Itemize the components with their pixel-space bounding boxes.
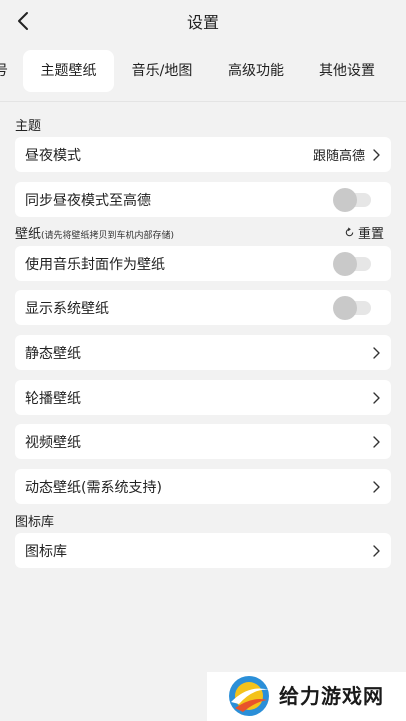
row-show-system-wallpaper: 显示系统壁纸 <box>15 290 391 325</box>
tab-partial[interactable]: 号 <box>0 50 8 92</box>
row-label: 同步昼夜模式至高德 <box>25 192 151 209</box>
toggle-knob <box>333 187 357 212</box>
top-bar: 设置 <box>0 0 406 42</box>
chevron-right-icon <box>373 346 380 359</box>
tab-bar: 号 主题壁纸 音乐/地图 高级功能 其他设置 <box>0 50 406 92</box>
row-label: 静态壁纸 <box>25 345 81 362</box>
chevron-right-icon <box>373 148 380 161</box>
section-wallpaper-label: 壁纸(请先将壁纸拷贝到车机内部存储) <box>15 223 174 242</box>
row-static-wallpaper[interactable]: 静态壁纸 <box>15 335 391 370</box>
row-label: 昼夜模式 <box>25 147 81 164</box>
system-wallpaper-toggle[interactable] <box>333 295 371 320</box>
chevron-right-icon <box>373 544 380 557</box>
row-label: 显示系统壁纸 <box>25 300 109 317</box>
reset-button[interactable]: 重置 <box>344 223 384 242</box>
section-wallpaper-title: 壁纸 <box>15 227 42 242</box>
row-label: 轮播壁纸 <box>25 390 81 407</box>
sync-day-night-toggle[interactable] <box>333 187 371 212</box>
tab-other-settings[interactable]: 其他设置 <box>305 50 389 92</box>
divider <box>0 101 406 102</box>
tab-theme-wallpaper[interactable]: 主题壁纸 <box>23 50 114 92</box>
section-theme-label: 主题 <box>15 119 42 134</box>
tab-advanced[interactable]: 高级功能 <box>214 50 298 92</box>
row-label: 视频壁纸 <box>25 434 81 451</box>
music-cover-toggle[interactable] <box>333 251 371 276</box>
section-wallpaper-hint: (请先将壁纸拷贝到车机内部存储) <box>41 231 175 241</box>
watermark-text: 给力游戏网 <box>279 684 384 708</box>
row-video-wallpaper[interactable]: 视频壁纸 <box>15 424 391 459</box>
reset-label: 重置 <box>357 227 384 242</box>
chevron-right-icon <box>373 391 380 404</box>
refresh-icon <box>345 227 354 237</box>
watermark: 给力游戏网 <box>207 672 406 721</box>
section-icons-label: 图标库 <box>15 515 55 530</box>
chevron-right-icon <box>373 435 380 448</box>
row-day-night-mode[interactable]: 昼夜模式 跟随高德 <box>15 137 391 172</box>
row-label: 使用音乐封面作为壁纸 <box>25 256 165 273</box>
row-label: 图标库 <box>25 543 67 560</box>
row-value: 跟随高德 <box>312 149 365 164</box>
tab-music-map[interactable]: 音乐/地图 <box>120 50 204 92</box>
row-label: 动态壁纸(需系统支持) <box>25 479 162 496</box>
page-title: 设置 <box>186 13 219 32</box>
row-dynamic-wallpaper[interactable]: 动态壁纸(需系统支持) <box>15 469 391 504</box>
toggle-knob <box>333 251 357 276</box>
row-carousel-wallpaper[interactable]: 轮播壁纸 <box>15 380 391 415</box>
row-music-cover-wallpaper: 使用音乐封面作为壁纸 <box>15 246 391 281</box>
site-logo-icon <box>229 676 269 716</box>
chevron-right-icon <box>373 480 380 493</box>
toggle-knob <box>333 295 357 320</box>
row-icon-library[interactable]: 图标库 <box>15 533 391 568</box>
row-sync-day-night: 同步昼夜模式至高德 <box>15 182 391 217</box>
